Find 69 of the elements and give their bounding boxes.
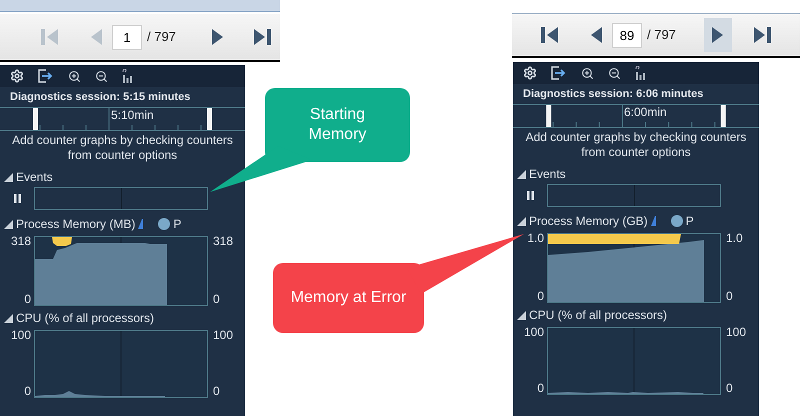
last-page-icon — [752, 26, 772, 44]
axis-max-label: 100 — [524, 325, 544, 339]
previous-page-icon — [589, 26, 603, 44]
legend-label: P — [173, 216, 182, 233]
axis-min-label: 0 — [726, 289, 734, 303]
previous-page-icon — [89, 28, 103, 46]
pause-icon[interactable] — [14, 194, 20, 203]
range-handle[interactable] — [33, 108, 38, 130]
next-page-button[interactable] — [704, 18, 732, 52]
session-duration: Diagnostics session: 5:15 minutes — [10, 90, 190, 105]
first-page-icon — [40, 28, 60, 46]
axis-min-label: 0 — [24, 384, 31, 398]
next-page-icon — [710, 26, 725, 44]
zoom-in-icon[interactable] — [581, 66, 594, 80]
legend-label: P — [686, 213, 694, 230]
zoom-out-icon[interactable] — [608, 66, 621, 80]
axis-min-label: 0 — [537, 381, 544, 395]
timeline-label: 6:00min — [624, 105, 667, 119]
page-number-field[interactable]: 1 — [112, 24, 142, 50]
axis-max-label: 1.0 — [527, 231, 544, 245]
graph-title: Process Memory (MB) — [16, 216, 136, 233]
bar-chart-icon[interactable] — [635, 66, 647, 80]
zoom-out-icon[interactable] — [95, 70, 108, 82]
range-handle[interactable] — [546, 105, 552, 127]
axis-min-label: 0 — [213, 292, 221, 306]
export-icon[interactable] — [551, 66, 567, 80]
collapse-triangle-icon[interactable] — [517, 310, 526, 320]
axis-max-label: 318 — [10, 234, 31, 248]
range-handle[interactable] — [720, 105, 726, 127]
hint-text: Add counter graphs by checking counters from counter options — [524, 130, 748, 160]
axis-min-label: 0 — [24, 292, 31, 306]
axis-min-label: 0 — [726, 381, 734, 395]
collapse-triangle-icon[interactable] — [517, 170, 526, 178]
next-page-icon — [210, 28, 225, 46]
pause-icon[interactable] — [526, 191, 534, 200]
axis-max-label: 318 — [213, 234, 234, 248]
collapse-triangle-icon[interactable] — [4, 314, 13, 322]
axis-max-label: 1.0 — [726, 231, 744, 245]
collapse-triangle-icon[interactable] — [4, 220, 13, 228]
zoom-in-icon[interactable] — [68, 70, 81, 82]
collapse-triangle-icon[interactable] — [4, 172, 13, 182]
page-total: / 797 — [147, 28, 176, 46]
callout-text: Memory at Error — [290, 288, 406, 308]
axis-max-label: 100 — [213, 328, 234, 342]
page-total: / 797 — [647, 26, 676, 44]
collapse-triangle-icon[interactable] — [517, 216, 526, 226]
settings-icon[interactable] — [10, 69, 24, 83]
settings-icon[interactable] — [523, 66, 537, 80]
session-duration: Diagnostics session: 6:06 minutes — [523, 86, 704, 102]
axis-min-label: 0 — [213, 384, 221, 398]
page-number-field[interactable]: 89 — [612, 22, 642, 48]
timeline-label: 5:10min — [111, 108, 154, 122]
graph-title: CPU (% of all processors) — [16, 310, 154, 327]
callout-text: Starting Memory — [308, 105, 368, 145]
last-page-icon — [252, 28, 272, 46]
axis-max-label: 100 — [726, 325, 748, 339]
export-icon[interactable] — [38, 69, 54, 83]
first-page-icon — [540, 26, 560, 44]
flag-icon — [138, 219, 144, 229]
axis-min-label: 0 — [537, 289, 544, 303]
flag-icon — [650, 216, 656, 226]
graph-title: Process Memory (GB) — [529, 213, 648, 230]
graph-title: CPU (% of all processors) — [529, 307, 668, 324]
events-title: Events — [16, 169, 53, 186]
range-handle[interactable] — [207, 108, 212, 130]
bar-chart-icon[interactable] — [122, 69, 134, 83]
hint-text: Add counter graphs by checking counters from counter options — [11, 133, 234, 163]
axis-max-label: 100 — [10, 328, 31, 342]
events-title: Events — [529, 166, 566, 183]
